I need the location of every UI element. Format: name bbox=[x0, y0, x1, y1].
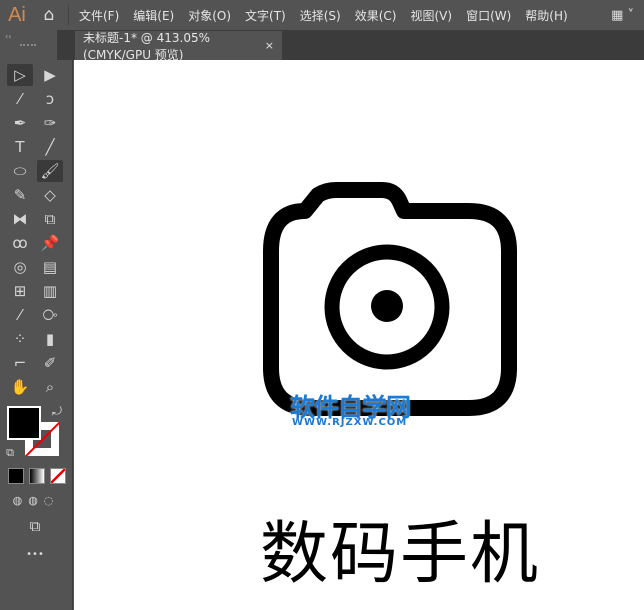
slice-tool-icon[interactable]: ✐ bbox=[37, 352, 63, 374]
more-tools-icon[interactable]: ••• bbox=[22, 544, 48, 566]
shaper-tool-icon[interactable]: ✎ bbox=[7, 184, 33, 206]
direct-selection-tool-icon[interactable]: ▶ bbox=[37, 64, 63, 86]
eraser-tool-icon[interactable]: ◇ bbox=[37, 184, 63, 206]
menu-bar: Ai ⌂ 文件(F) 编辑(E) 对象(O) 文字(T) 选择(S) 效果(C)… bbox=[0, 0, 644, 30]
lasso-tool-icon[interactable]: ↄ bbox=[37, 88, 63, 110]
pen-tool-icon[interactable]: ✒ bbox=[7, 112, 33, 134]
fill-swatch[interactable] bbox=[7, 406, 41, 440]
artboard-canvas[interactable]: 软件自学网 WWW.RJZXW.COM 数码手机 bbox=[74, 60, 644, 610]
eyedropper-tool-icon[interactable]: ⁄ bbox=[7, 304, 33, 326]
menu-object[interactable]: 对象(O) bbox=[188, 7, 231, 24]
menu-select[interactable]: 选择(S) bbox=[300, 7, 341, 24]
none-mode-button[interactable] bbox=[50, 468, 66, 484]
app-logo: Ai bbox=[0, 4, 34, 27]
curvature-tool-icon[interactable]: ✑ bbox=[37, 112, 63, 134]
zoom-tool-icon[interactable]: ⌕ bbox=[37, 376, 63, 398]
menu-window[interactable]: 窗口(W) bbox=[466, 7, 511, 24]
close-icon[interactable]: × bbox=[265, 39, 274, 52]
panel-header: ‹‹ bbox=[0, 30, 58, 60]
color-mode-button[interactable] bbox=[8, 468, 24, 484]
menu-view[interactable]: 视图(V) bbox=[410, 7, 452, 24]
hand-tool-icon[interactable]: ✋ bbox=[7, 376, 33, 398]
shape-builder-tool-icon[interactable]: ◎ bbox=[7, 256, 33, 278]
selection-tool-icon[interactable]: ▷ bbox=[7, 64, 33, 86]
scale-tool-icon[interactable]: ⧉ bbox=[37, 208, 63, 230]
blend-tool-icon[interactable]: ⧂ bbox=[37, 304, 63, 326]
document-tab-title: 未标题-1* @ 413.05% (CMYK/GPU 预览) bbox=[83, 29, 265, 63]
watermark-url: WWW.RJZXW.COM bbox=[292, 417, 407, 428]
magic-wand-tool-icon[interactable]: ⁄ bbox=[7, 88, 33, 110]
menu-file[interactable]: 文件(F) bbox=[79, 7, 119, 24]
mesh-tool-icon[interactable]: ⊞ bbox=[7, 280, 33, 302]
ellipse-tool-icon[interactable]: ⬭ bbox=[7, 160, 33, 182]
column-graph-tool-icon[interactable]: ▮ bbox=[37, 328, 63, 350]
symbol-sprayer-tool-icon[interactable]: ⁘ bbox=[7, 328, 33, 350]
tools-panel: ▷ ▶ ⁄ ↄ ✒ ✑ T ╱ ⬭ 🖌 ✎ ◇ ⧓ ⧉ ꝏ 📌 ◎ ▤ ⊞ ▥ … bbox=[0, 60, 73, 610]
gradient-mode-button[interactable] bbox=[29, 468, 45, 484]
puppet-warp-tool-icon[interactable]: 📌 bbox=[37, 232, 63, 254]
default-colors-icon[interactable]: ⧉ bbox=[0, 442, 20, 464]
warp-tool-icon[interactable]: ꝏ bbox=[7, 232, 33, 254]
workspace-switcher-icon[interactable]: ▦ ˅ bbox=[611, 8, 634, 23]
home-icon[interactable]: ⌂ bbox=[34, 5, 64, 25]
perspective-grid-tool-icon[interactable]: ▤ bbox=[37, 256, 63, 278]
menu-help[interactable]: 帮助(H) bbox=[525, 7, 567, 24]
menu-edit[interactable]: 编辑(E) bbox=[133, 7, 174, 24]
collapse-icon[interactable]: ‹‹ bbox=[5, 32, 11, 41]
paintbrush-tool-icon[interactable]: 🖌 bbox=[37, 160, 63, 182]
document-tab[interactable]: 未标题-1* @ 413.05% (CMYK/GPU 预览)× bbox=[75, 31, 282, 60]
menu-effect[interactable]: 效果(C) bbox=[355, 7, 397, 24]
artwork-title: 数码手机 bbox=[260, 498, 540, 597]
divider bbox=[68, 5, 69, 25]
screen-mode-icon[interactable]: ⧉ bbox=[22, 515, 48, 537]
gradient-tool-icon[interactable]: ▥ bbox=[37, 280, 63, 302]
grip-icon[interactable] bbox=[20, 44, 36, 47]
draw-mode-icons[interactable]: ◍◍◌ bbox=[6, 490, 66, 512]
artboard-tool-icon[interactable]: ⌐ bbox=[7, 352, 33, 374]
menu-type[interactable]: 文字(T) bbox=[245, 7, 286, 24]
type-tool-icon[interactable]: T bbox=[7, 136, 33, 158]
reflect-tool-icon[interactable]: ⧓ bbox=[7, 208, 33, 230]
line-tool-icon[interactable]: ╱ bbox=[37, 136, 63, 158]
swap-colors-icon[interactable]: ⤾ bbox=[44, 400, 70, 422]
